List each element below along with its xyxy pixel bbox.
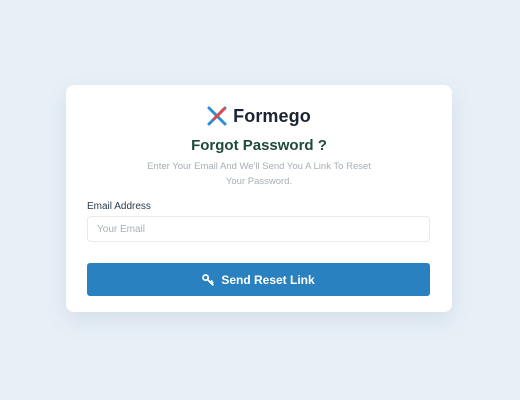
- key-icon: [202, 273, 215, 286]
- brand-name: Formego: [233, 105, 311, 126]
- email-label: Email Address: [87, 201, 151, 212]
- formego-logo-icon: [207, 106, 227, 126]
- send-reset-link-button[interactable]: Send Reset Link: [87, 263, 430, 296]
- send-reset-link-label: Send Reset Link: [221, 272, 315, 287]
- brand: Formego: [87, 105, 431, 127]
- email-field[interactable]: [87, 216, 430, 242]
- page-subtitle: Enter Your Email And We'll Send You A Li…: [147, 161, 371, 187]
- forgot-password-card: Formego Forgot Password ? Enter Your Ema…: [66, 85, 452, 312]
- page-title: Forgot Password ?: [191, 137, 327, 154]
